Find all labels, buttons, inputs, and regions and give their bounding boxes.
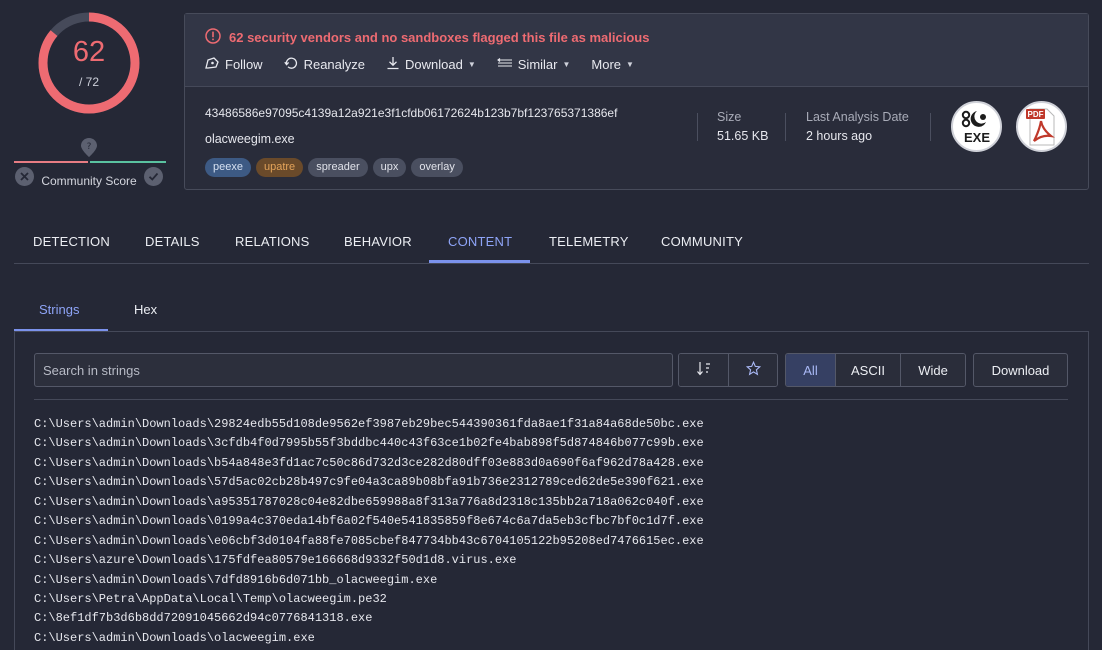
sort-icon — [696, 361, 712, 379]
tab-community[interactable]: COMMUNITY — [661, 234, 743, 249]
malicious-alert: 62 security vendors and no sandboxes fla… — [205, 28, 649, 47]
filter-wide-button[interactable]: Wide — [901, 354, 965, 386]
download-button[interactable]: Download ▼ — [386, 56, 476, 73]
svg-text:?: ? — [87, 142, 92, 152]
subtab-strings[interactable]: Strings — [39, 302, 79, 317]
download-icon — [386, 56, 400, 73]
meta-divider — [930, 113, 931, 141]
tab-telemetry[interactable]: TELEMETRY — [549, 234, 629, 249]
string-row[interactable]: C:\Users\Petra\AppData\Local\Temp\olacwe… — [34, 590, 704, 609]
community-score-label: Community Score — [41, 174, 137, 188]
similar-label: Similar — [517, 57, 558, 72]
panel-divider — [34, 399, 1068, 400]
tab-relations[interactable]: RELATIONS — [235, 234, 310, 249]
community-positive-bar — [90, 161, 166, 163]
pdf-label: PDF — [1028, 110, 1044, 119]
string-row[interactable]: C:\Users\azure\Downloads\175fdfea80579e1… — [34, 551, 704, 570]
subtab-hex[interactable]: Hex — [134, 302, 157, 317]
active-tab-indicator — [429, 260, 530, 263]
exe-filetype-icon: EXE — [951, 101, 1002, 152]
last-analysis-label: Last Analysis Date — [806, 110, 909, 124]
meta-divider — [697, 113, 698, 141]
string-row[interactable]: C:\Users\admin\Downloads\e06cbf3d0104fa8… — [34, 532, 704, 551]
total-engines: / 72 — [78, 75, 99, 89]
search-strings-input[interactable] — [34, 353, 673, 387]
tag-upx[interactable]: upx — [372, 158, 407, 177]
main-tabs: DETECTION DETAILS RELATIONS BEHAVIOR CON… — [14, 226, 1089, 264]
follow-label: Follow — [225, 57, 263, 72]
tab-content[interactable]: CONTENT — [448, 234, 512, 249]
tab-detection[interactable]: DETECTION — [33, 234, 110, 249]
tag-upatre[interactable]: upatre — [255, 158, 304, 177]
similar-icon — [496, 56, 513, 73]
string-row[interactable]: C:\Users\admin\Downloads\7dfd8916b6d071b… — [34, 571, 704, 590]
follow-icon — [205, 56, 220, 73]
community-score: ? Community Score — [14, 138, 166, 190]
download-label: Download — [405, 57, 463, 72]
chevron-down-icon: ▼ — [467, 60, 476, 69]
detection-score-gauge: 62 / 72 — [36, 10, 142, 116]
filter-ascii-button[interactable]: ASCII — [836, 354, 901, 386]
tab-details[interactable]: DETAILS — [145, 234, 200, 249]
strings-panel: All ASCII Wide Download C:\Users\admin\D… — [14, 331, 1089, 650]
more-button[interactable]: More ▼ — [591, 56, 634, 73]
file-tags: peexe upatre spreader upx overlay — [205, 158, 463, 177]
file-hash[interactable]: 43486586e97095c4139a12a921e3f1cfdb061726… — [205, 106, 617, 120]
encoding-filter-group: All ASCII Wide — [785, 353, 966, 387]
size-label: Size — [717, 110, 742, 124]
follow-button[interactable]: Follow — [205, 56, 263, 73]
tag-peexe[interactable]: peexe — [205, 158, 251, 177]
community-negative-bar — [14, 161, 88, 163]
string-row[interactable]: C:\Users\admin\Downloads\57d5ac02cb28b49… — [34, 473, 704, 492]
string-row[interactable]: C:\Users\admin\Downloads\3cfdb4f0d7995b5… — [34, 434, 704, 453]
chevron-down-icon: ▼ — [562, 60, 571, 69]
card-header: 62 security vendors and no sandboxes fla… — [185, 14, 1088, 87]
alert-icon — [205, 28, 221, 47]
pdf-filetype-icon: PDF — [1016, 101, 1067, 152]
size-value: 51.65 KB — [717, 129, 769, 143]
refresh-icon — [283, 56, 299, 73]
alert-text: 62 security vendors and no sandboxes fla… — [229, 30, 650, 45]
meta-divider — [785, 113, 786, 141]
tab-behavior[interactable]: BEHAVIOR — [344, 234, 412, 249]
last-analysis-value: 2 hours ago — [806, 129, 873, 143]
exe-label: EXE — [964, 130, 990, 145]
tag-overlay[interactable]: overlay — [411, 158, 463, 177]
similar-button[interactable]: Similar ▼ — [496, 56, 571, 73]
chevron-down-icon: ▼ — [626, 60, 634, 69]
community-score-marker-icon: ? — [81, 138, 97, 160]
action-bar: Follow Reanalyze Download ▼ Similar ▼ Mo… — [205, 56, 634, 73]
star-icon — [745, 360, 761, 379]
file-name: olacweegim.exe — [205, 132, 295, 146]
string-row[interactable]: C:\Users\admin\Downloads\a95351787028c04… — [34, 493, 704, 512]
download-strings-button[interactable]: Download — [973, 353, 1068, 387]
strings-list: C:\Users\admin\Downloads\29824edb55d108d… — [34, 415, 704, 648]
reanalyze-button[interactable]: Reanalyze — [283, 56, 366, 73]
string-row[interactable]: C:\Users\admin\Downloads\b54a848e3fd1ac7… — [34, 454, 704, 473]
string-row[interactable]: C:\Users\admin\Downloads\0199a4c370eda14… — [34, 512, 704, 531]
favorite-button[interactable] — [729, 354, 777, 386]
sort-star-group — [678, 353, 778, 387]
string-row[interactable]: C:\8ef1df7b3d6b8dd72091045662d94c0776841… — [34, 609, 704, 628]
more-label: More — [591, 57, 622, 72]
string-row[interactable]: C:\Users\admin\Downloads\olacweegim.exe — [34, 629, 704, 648]
tag-spreader[interactable]: spreader — [308, 158, 368, 177]
string-row[interactable]: C:\Users\admin\Downloads\29824edb55d108d… — [34, 415, 704, 434]
reanalyze-label: Reanalyze — [303, 57, 366, 72]
sort-button[interactable] — [679, 354, 729, 386]
filter-all-button[interactable]: All — [786, 354, 836, 386]
detection-count: 62 — [72, 36, 106, 68]
file-summary-card: 62 security vendors and no sandboxes fla… — [184, 13, 1089, 190]
